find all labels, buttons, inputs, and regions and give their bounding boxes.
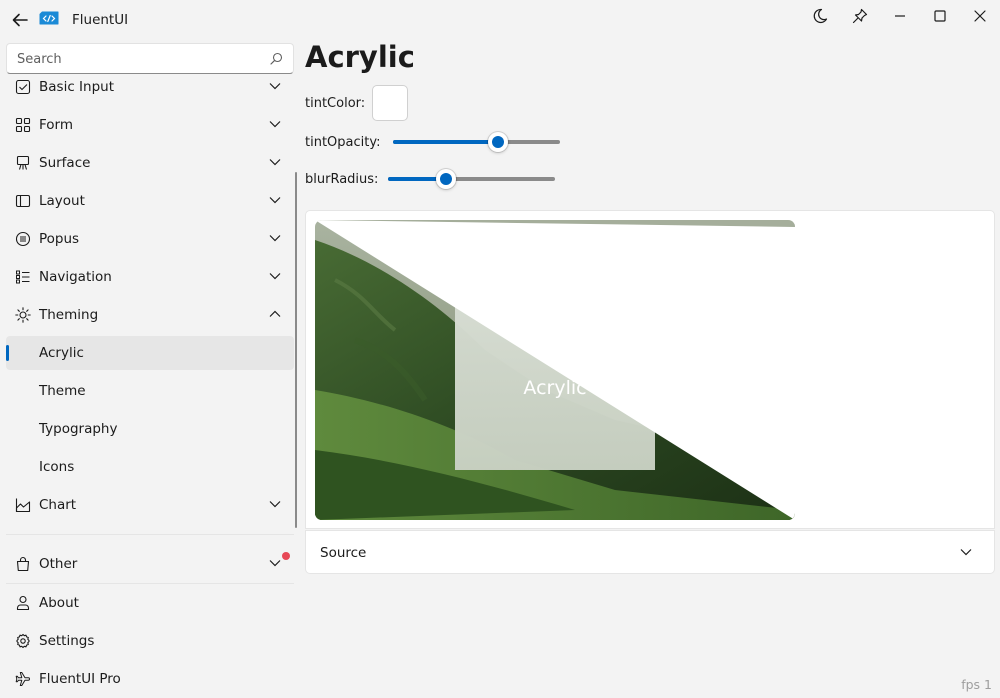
- nav-list: Basic Input Form Surface Layout Popus Na…: [0, 76, 298, 530]
- nav-item-label: Layout: [39, 193, 85, 209]
- nav-item-label: About: [39, 595, 79, 611]
- checkbox-icon: [15, 79, 31, 95]
- back-button[interactable]: [8, 8, 32, 32]
- selection-indicator: [6, 345, 9, 361]
- chevron-down-icon: [269, 560, 281, 567]
- source-expander[interactable]: Source: [305, 530, 995, 574]
- person-icon: [16, 595, 30, 611]
- nav-item-icons[interactable]: Icons: [6, 450, 294, 484]
- nav-item-theme[interactable]: Theme: [6, 374, 294, 408]
- fps-counter: fps 1: [961, 677, 992, 692]
- airplane-icon: [15, 672, 30, 686]
- search-icon[interactable]: [270, 52, 283, 65]
- blur-radius-label: blurRadius:: [305, 172, 379, 187]
- nav-item-settings[interactable]: Settings: [6, 624, 294, 658]
- tint-color-label: tintColor:: [305, 96, 366, 111]
- nav-item-label: Acrylic: [39, 345, 84, 361]
- nav-divider: [6, 534, 294, 535]
- nav-item-label: Theme: [39, 383, 86, 399]
- app-title: FluentUI: [72, 12, 129, 28]
- nav-item-label: Other: [39, 556, 78, 572]
- title-bar: FluentUI: [0, 0, 1000, 36]
- nav-item-form[interactable]: Form: [6, 108, 294, 142]
- bullet-list-icon: [16, 270, 30, 284]
- nav-item-theming[interactable]: Theming: [6, 298, 294, 332]
- nav-item-chart[interactable]: Chart: [6, 488, 294, 522]
- close-icon: [974, 10, 986, 22]
- minimize-button[interactable]: [882, 4, 918, 28]
- page-title: Acrylic: [305, 40, 415, 74]
- bag-icon: [16, 556, 30, 572]
- chevron-down-icon: [269, 235, 281, 242]
- footer-divider: [6, 583, 294, 584]
- pin-icon: [852, 8, 868, 24]
- tint-color-picker[interactable]: [372, 85, 408, 121]
- nav-item-basic-input[interactable]: Basic Input: [6, 76, 294, 104]
- nav-item-typography[interactable]: Typography: [6, 412, 294, 446]
- nav-item-label: Popus: [39, 231, 80, 247]
- list-circle-icon: [15, 231, 31, 247]
- nav-item-layout[interactable]: Layout: [6, 184, 294, 218]
- notification-badge: [282, 552, 290, 560]
- nav-item-label: Settings: [39, 633, 95, 649]
- pin-button[interactable]: [842, 4, 878, 28]
- area-chart-icon: [15, 498, 31, 513]
- chevron-down-icon: [269, 273, 281, 280]
- nav-item-label: FluentUI Pro: [39, 671, 121, 687]
- nav-item-label: Typography: [39, 421, 118, 437]
- back-arrow-icon: [12, 13, 28, 27]
- chevron-down-icon: [269, 121, 281, 128]
- gear-icon: [16, 633, 30, 649]
- nav-item-other[interactable]: Other: [6, 547, 294, 581]
- sun-icon: [15, 307, 31, 323]
- nav-item-navigation[interactable]: Navigation: [6, 260, 294, 294]
- blur-radius-slider[interactable]: [388, 169, 555, 189]
- nav-item-label: Icons: [39, 459, 75, 475]
- slider-thumb[interactable]: [488, 132, 509, 152]
- app-logo-icon: [39, 11, 59, 28]
- slider-thumb[interactable]: [436, 169, 457, 189]
- nav-scrollbar[interactable]: [295, 172, 297, 528]
- chevron-down-icon: [269, 197, 281, 204]
- moon-icon: [813, 8, 828, 23]
- nav-item-label: Basic Input: [39, 79, 114, 95]
- nav-item-label: Navigation: [39, 269, 112, 285]
- maximize-button[interactable]: [922, 4, 958, 28]
- nav-item-label: Surface: [39, 155, 91, 171]
- maximize-icon: [934, 10, 946, 22]
- search-input[interactable]: [17, 50, 257, 68]
- chevron-down-icon: [269, 501, 281, 508]
- nav-item-acrylic[interactable]: Acrylic: [6, 336, 294, 370]
- source-label: Source: [320, 545, 367, 561]
- chevron-down-icon: [269, 83, 281, 90]
- nav-item-popus[interactable]: Popus: [6, 222, 294, 256]
- slider-fill: [393, 140, 499, 144]
- dark-mode-button[interactable]: [802, 4, 838, 28]
- landscape-photo[interactable]: [315, 220, 795, 520]
- nav-item-surface[interactable]: Surface: [6, 146, 294, 180]
- tint-opacity-slider[interactable]: [393, 132, 560, 152]
- chevron-up-icon: [269, 310, 281, 317]
- nav-item-fluentui-pro[interactable]: FluentUI Pro: [6, 662, 294, 696]
- nav-item-about[interactable]: About: [6, 586, 294, 620]
- chevron-down-icon: [269, 159, 281, 166]
- minimize-icon: [895, 15, 905, 17]
- nav-item-label: Theming: [39, 307, 99, 323]
- panel-icon: [15, 194, 31, 208]
- chevron-down-icon: [960, 549, 972, 556]
- nav-item-label: Chart: [39, 497, 77, 513]
- close-button[interactable]: [962, 4, 998, 28]
- easel-icon: [16, 155, 30, 170]
- nav-item-label: Form: [39, 117, 74, 133]
- search-box[interactable]: [6, 43, 294, 74]
- landscape-image: [315, 220, 795, 520]
- grid-icon: [15, 117, 31, 133]
- tint-opacity-label: tintOpacity:: [305, 135, 381, 150]
